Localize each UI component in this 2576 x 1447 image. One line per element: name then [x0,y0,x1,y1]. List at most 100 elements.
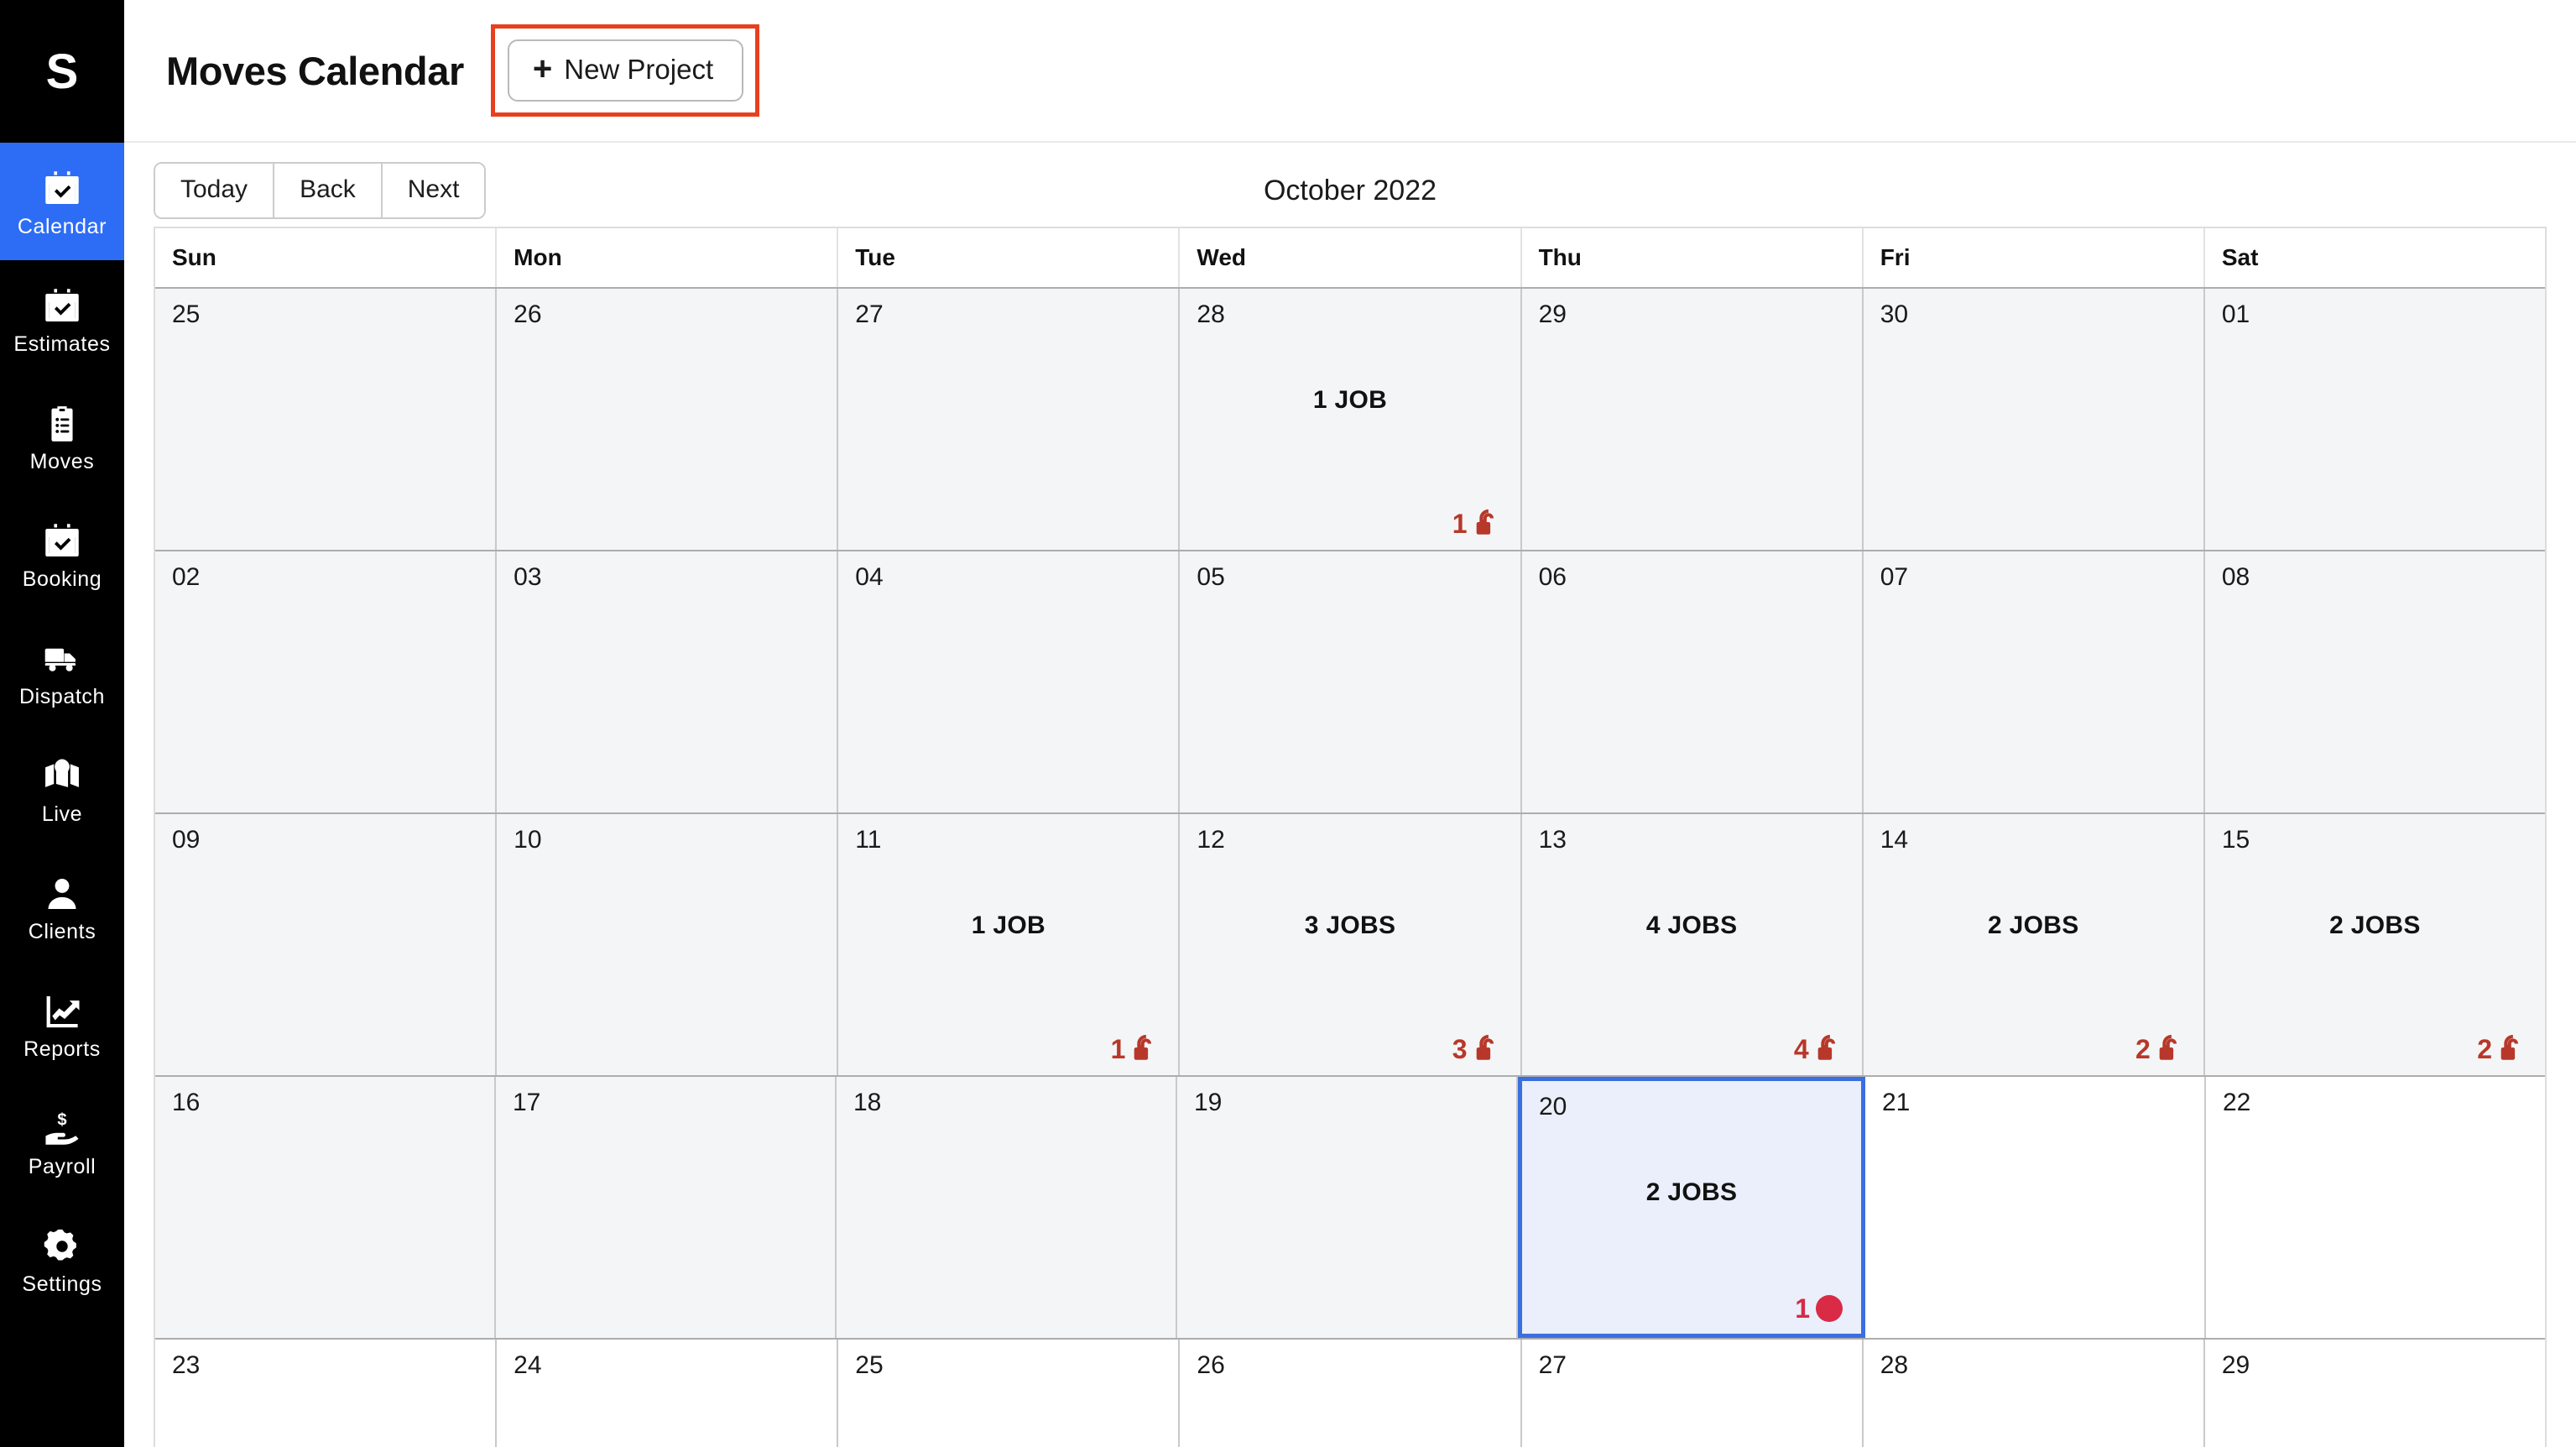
brand-logo[interactable]: S [0,0,124,143]
sidebar-item-settings[interactable]: Settings [0,1200,124,1318]
calendar-week-row: 16 17 18 19 20 2 JOBS 1 21 22 [155,1075,2545,1338]
calendar-week-row: 09 10 11 1 JOB 1 12 3 JOBS 3 13 4 JOBS 4 14 2 JOBS 2 1… [155,812,2545,1075]
calendar-day-cell[interactable]: 18 [837,1077,1177,1338]
calendar-day-number: 15 [2221,826,2250,854]
calendar-day-jobs-label[interactable]: 2 JOBS [1522,1178,1861,1207]
calendar-day-jobs-label[interactable]: 1 JOB [1180,386,1520,415]
sidebar-item-reports[interactable]: Reports [0,965,124,1083]
calendar-day-cell[interactable]: 19 [1177,1077,1518,1338]
calendar-day-cell[interactable]: 11 1 JOB 1 [838,814,1181,1075]
calendar-day-cell[interactable]: 04 [838,551,1181,812]
calendar-day-cell[interactable]: 06 [1521,551,1864,812]
calendar-day-number: 21 [1882,1089,1911,1116]
badge-count: 1 [1795,1293,1810,1324]
calendar-day-cell[interactable]: 17 [496,1077,837,1338]
dot-icon [1816,1295,1843,1322]
calendar-day-number: 26 [514,300,542,328]
calendar-day-cell[interactable]: 07 [1863,551,2205,812]
calendar-day-cell[interactable]: 29 [1521,289,1864,550]
calendar-day-number: 16 [172,1089,201,1116]
calendar-day-cell[interactable]: 27 [1521,1340,1864,1447]
sidebar: S Calendar Estimates Moves Booking Dispatch L… [0,0,124,1447]
calendar-day-cell[interactable]: 26 [497,289,839,550]
back-button[interactable]: Back [274,164,383,217]
calendar-day-number: 02 [172,563,201,591]
calendar-day-status-badge[interactable]: 2 [2477,1035,2526,1063]
calendar-day-cell[interactable]: 25 [155,289,498,550]
calendar-day-cell[interactable]: 01 [2204,289,2545,550]
sidebar-item-label: Settings [22,1272,102,1296]
sidebar-item-label: Moves [29,449,95,473]
calendar-day-cell[interactable]: 30 [1863,289,2205,550]
calendar-day-number: 11 [855,826,882,854]
calendar-day-cell[interactable]: 23 [155,1340,498,1447]
calendar-day-cell[interactable]: 28 [1863,1340,2205,1447]
calendar-day-number: 27 [1538,1351,1567,1379]
sidebar-item-label: Reports [23,1037,101,1061]
unlock-icon [2498,1035,2526,1063]
calendar-day-number: 08 [2221,563,2250,591]
calendar-day-number: 20 [1539,1093,1567,1121]
calendar-day-cell[interactable]: 09 [155,814,498,1075]
calendar-day-cell[interactable]: 27 [838,289,1181,550]
calendar-day-cell[interactable]: 26 [1180,1340,1522,1447]
calendar-weekday-header-row: Sun Mon Tue Wed Thu Fri Sat [155,228,2545,287]
calendar-day-cell[interactable]: 22 [2206,1077,2545,1338]
calendar-day-cell[interactable]: 21 [1865,1077,2206,1338]
sidebar-item-label: Payroll [28,1154,96,1178]
sidebar-item-moves[interactable]: Moves [0,378,124,495]
sidebar-item-calendar[interactable]: Calendar [0,143,124,260]
calendar-day-cell[interactable]: 24 [497,1340,839,1447]
calendar-day-number: 06 [1538,563,1567,591]
calendar-week-row: 23 24 25 26 27 28 29 [155,1338,2545,1447]
calendar-day-jobs-label[interactable]: 2 JOBS [1864,912,2203,940]
calendar-day-status-badge[interactable]: 1 [1452,509,1502,538]
sidebar-item-live[interactable]: Live [0,730,124,848]
calendar-day-number: 24 [514,1351,542,1379]
calendar-day-cell[interactable]: 20 2 JOBS 1 [1518,1077,1865,1338]
calendar-day-cell[interactable]: 13 4 JOBS 4 [1521,814,1864,1075]
calendar-day-number: 22 [2223,1089,2251,1116]
sidebar-item-clients[interactable]: Clients [0,848,124,965]
calendar-day-cell[interactable]: 02 [155,551,498,812]
calendar-day-cell[interactable]: 28 1 JOB 1 [1180,289,1522,550]
calendar-day-cell[interactable]: 25 [838,1340,1181,1447]
calendar-day-status-badge[interactable]: 4 [1794,1035,1843,1063]
calendar-day-jobs-label[interactable]: 2 JOBS [2205,912,2545,940]
calendar-day-number: 28 [1197,300,1225,328]
calendar-day-cell[interactable]: 14 2 JOBS 2 [1863,814,2205,1075]
weekday-header-mon: Mon [497,228,839,287]
sidebar-item-payroll[interactable]: $ Payroll [0,1083,124,1200]
sidebar-item-dispatch[interactable]: Dispatch [0,613,124,730]
plus-icon: + [532,50,553,87]
new-project-button[interactable]: + New Project [507,39,744,102]
calendar-nav-button-group: Today Back Next [154,162,487,219]
sidebar-item-booking[interactable]: Booking [0,495,124,613]
calendar-day-status-badge[interactable]: 1 [1795,1295,1843,1322]
calendar-day-cell[interactable]: 29 [2204,1340,2545,1447]
calendar-day-status-badge[interactable]: 3 [1452,1035,1502,1063]
calendar-month-label: October 2022 [1263,174,1437,206]
calendar-day-jobs-label[interactable]: 1 JOB [838,912,1178,940]
calendar-day-jobs-label[interactable]: 3 JOBS [1180,912,1520,940]
calendar-day-cell[interactable]: 15 2 JOBS 2 [2204,814,2545,1075]
badge-count: 1 [1452,509,1468,539]
calendar-day-cell[interactable]: 05 [1180,551,1522,812]
calendar-day-jobs-label[interactable]: 4 JOBS [1522,912,1862,940]
calendar-day-cell[interactable]: 10 [497,814,839,1075]
calendar-day-cell[interactable]: 03 [497,551,839,812]
sidebar-item-estimates[interactable]: Estimates [0,260,124,378]
calendar-day-number: 29 [2221,1351,2250,1379]
today-button[interactable]: Today [155,164,275,217]
calendar-day-cell[interactable]: 12 3 JOBS 3 [1180,814,1522,1075]
calendar-day-number: 23 [172,1351,201,1379]
calendar-day-cell[interactable]: 08 [2204,551,2545,812]
map-pin-icon [43,757,81,796]
next-button[interactable]: Next [382,164,485,217]
badge-count: 4 [1793,1034,1809,1064]
calendar-day-status-badge[interactable]: 2 [2135,1035,2185,1063]
calendar-day-number: 04 [855,563,884,591]
calendar-day-cell[interactable]: 16 [155,1077,496,1338]
calendar-day-number: 25 [172,300,201,328]
calendar-day-status-badge[interactable]: 1 [1111,1035,1160,1063]
